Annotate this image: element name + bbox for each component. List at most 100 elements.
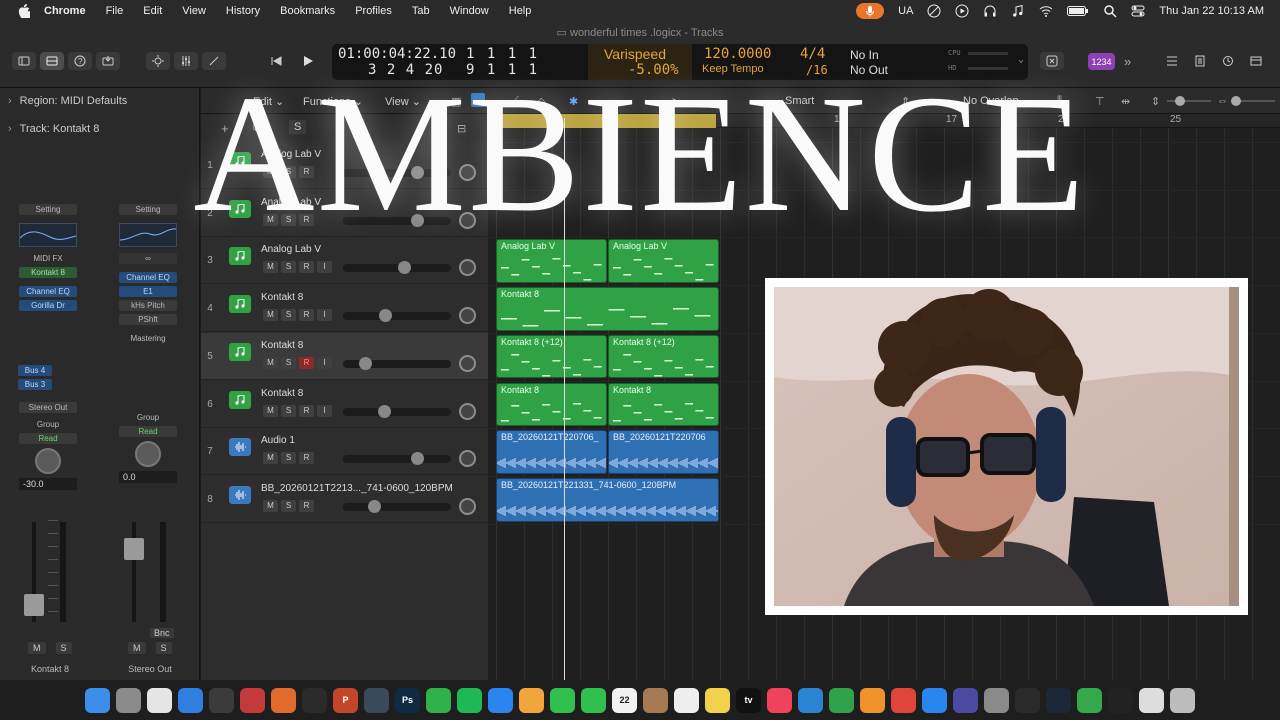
track-name[interactable]: BB_20260121T2213..._741-0600_120BPM xyxy=(261,483,453,494)
powerpoint-icon[interactable]: P xyxy=(333,687,358,713)
track-pan-knob[interactable] xyxy=(459,307,476,325)
track-m-button[interactable]: M xyxy=(263,452,278,465)
output-slot[interactable]: Stereo Out xyxy=(19,402,77,413)
track-header-row[interactable]: 7 Audio 1 MSR xyxy=(201,428,488,476)
track-i-button[interactable]: I xyxy=(317,356,332,369)
track-volume-thumb[interactable] xyxy=(411,452,425,466)
music-note-icon[interactable] xyxy=(1011,4,1025,18)
calendar-icon[interactable]: 22 xyxy=(612,687,637,713)
link-icon[interactable]: ∞ xyxy=(119,253,177,264)
play-status-icon[interactable] xyxy=(955,4,969,18)
solo-button[interactable]: S xyxy=(155,642,172,654)
clock[interactable]: Thu Jan 22 10:13 AM xyxy=(1159,5,1264,17)
menu-history[interactable]: History xyxy=(226,5,260,17)
track-i-button[interactable]: I xyxy=(317,404,332,417)
files-icon[interactable] xyxy=(953,687,978,713)
reminders-icon[interactable] xyxy=(674,687,699,713)
track-r-button[interactable]: R xyxy=(299,499,314,512)
send-bus-3[interactable]: Bus 3 xyxy=(18,379,52,390)
track-s-button[interactable]: S xyxy=(281,356,296,369)
bounce-button[interactable]: Bnc xyxy=(150,628,174,638)
safari-icon[interactable] xyxy=(178,687,203,713)
volume-readout[interactable]: 0.0 xyxy=(119,471,177,483)
menu-view[interactable]: View xyxy=(182,5,206,17)
track-s-button[interactable]: S xyxy=(281,452,296,465)
insert-e1[interactable]: E1 xyxy=(119,286,177,297)
track-header-row[interactable]: 8 BB_20260121T2213..._741-0600_120BPM M S R xyxy=(201,476,488,523)
more-chevron-icon[interactable]: » xyxy=(1124,54,1131,69)
track-pan-knob[interactable] xyxy=(459,497,476,515)
preview-icon[interactable] xyxy=(1139,687,1164,713)
vpn-icon[interactable] xyxy=(1077,687,1102,713)
mail-icon[interactable] xyxy=(209,687,234,713)
midi-region[interactable]: Kontakt 8 xyxy=(496,287,719,331)
track-r-button[interactable]: R xyxy=(299,356,314,369)
notes-icon[interactable] xyxy=(705,687,730,713)
library-button[interactable] xyxy=(12,52,36,70)
terminal-icon[interactable] xyxy=(1108,687,1133,713)
midi-region[interactable]: Kontakt 8 xyxy=(496,382,607,427)
menu-bookmarks[interactable]: Bookmarks xyxy=(280,5,335,17)
xcode-icon[interactable] xyxy=(922,687,947,713)
tempo-value[interactable]: 120.0000 xyxy=(704,46,771,62)
notepad-button[interactable] xyxy=(1188,52,1212,70)
control-center-icon[interactable] xyxy=(1131,4,1145,18)
microphone-icon[interactable] xyxy=(856,3,885,19)
menu-edit[interactable]: Edit xyxy=(143,5,162,17)
inspector-button[interactable] xyxy=(40,52,64,70)
track-i-button[interactable]: I xyxy=(317,261,332,274)
track-r-button[interactable]: R xyxy=(299,261,314,274)
keynote-icon[interactable] xyxy=(798,687,823,713)
testflight-icon[interactable] xyxy=(891,687,916,713)
smart-controls-button[interactable] xyxy=(146,52,170,70)
track-name[interactable]: Kontakt 8 xyxy=(261,340,303,351)
menu-tab[interactable]: Tab xyxy=(412,5,430,17)
menu-app-name[interactable]: Chrome xyxy=(44,5,86,17)
menu-profiles[interactable]: Profiles xyxy=(355,5,392,17)
track-header-row[interactable]: 5 Kontakt 8 MSRI xyxy=(201,332,488,380)
menu-file[interactable]: File xyxy=(106,5,124,17)
volume-fader-track[interactable] xyxy=(24,522,44,622)
mute-button[interactable]: M xyxy=(128,642,146,654)
menu-help[interactable]: Help xyxy=(509,5,532,17)
headphones-icon[interactable] xyxy=(983,4,997,18)
track-m-button[interactable]: M xyxy=(263,309,278,322)
midi-region[interactable]: Kontakt 8 (+12) xyxy=(608,334,719,379)
facetime2-icon[interactable] xyxy=(550,687,575,713)
volume-fader-track[interactable] xyxy=(124,522,144,622)
track-s-button[interactable]: S xyxy=(281,499,296,512)
loop-browser-button[interactable] xyxy=(1216,52,1240,70)
track-r-button[interactable]: R xyxy=(299,404,314,417)
finder-icon[interactable] xyxy=(85,687,110,713)
input-source-indicator[interactable]: UA xyxy=(898,5,913,17)
contacts-icon[interactable] xyxy=(643,687,668,713)
group-slot[interactable]: Group xyxy=(119,412,177,423)
track-volume-slider[interactable] xyxy=(343,452,451,466)
trash-icon[interactable] xyxy=(1170,687,1195,713)
apple-icon[interactable] xyxy=(18,4,30,18)
midi-icon[interactable] xyxy=(1015,687,1040,713)
settings-icon[interactable] xyxy=(984,687,1009,713)
automation-mode[interactable]: Read xyxy=(119,426,177,437)
send-bus-4[interactable]: Bus 4 xyxy=(18,365,52,376)
track-m-button[interactable]: M xyxy=(263,404,278,417)
track-volume-slider[interactable] xyxy=(343,499,451,513)
menu-window[interactable]: Window xyxy=(450,5,489,17)
photoshop-icon[interactable]: Ps xyxy=(395,687,420,713)
davinci-icon[interactable] xyxy=(364,687,389,713)
instrument-slot[interactable]: Kontakt 8 xyxy=(19,267,77,278)
track-header-row[interactable]: 6 Kontakt 8 MSRI xyxy=(201,381,488,428)
midi-fx-slot[interactable]: MIDI FX xyxy=(19,253,77,264)
track-s-button[interactable]: S xyxy=(281,404,296,417)
volume-fader-cap[interactable] xyxy=(124,538,144,560)
insert-gorilla[interactable]: Gorilla Dr xyxy=(19,300,77,311)
toolbar-button[interactable] xyxy=(96,52,120,70)
rec-icon[interactable] xyxy=(240,687,265,713)
vpn-icon[interactable] xyxy=(927,4,941,18)
track-m-button[interactable]: M xyxy=(263,261,278,274)
track-volume-slider[interactable] xyxy=(343,404,451,418)
pan-knob[interactable] xyxy=(135,441,161,467)
quick-help-button[interactable]: ? xyxy=(68,52,92,70)
track-volume-slider[interactable] xyxy=(343,309,451,323)
time-signature[interactable]: 4/4 xyxy=(800,46,825,62)
